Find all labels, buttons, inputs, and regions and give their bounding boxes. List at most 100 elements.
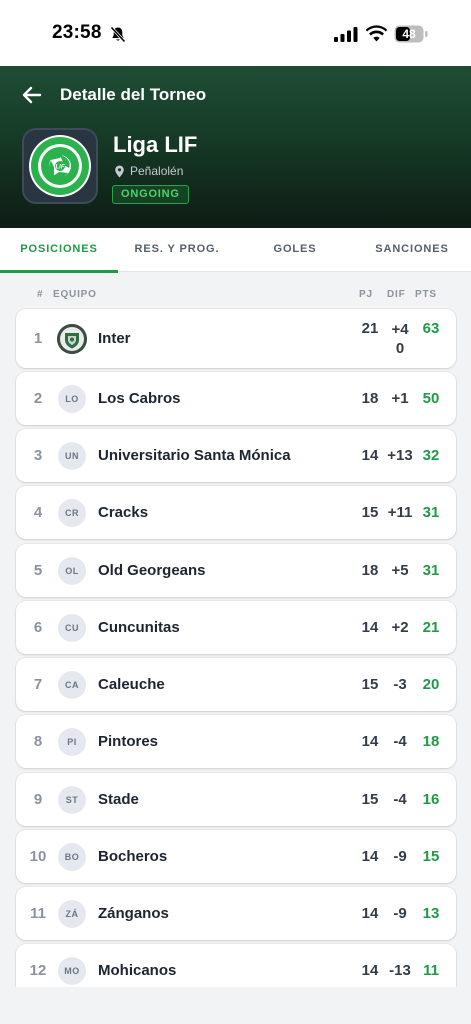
back-arrow-icon[interactable]: [20, 83, 44, 107]
team-initials-avatar: MO: [58, 956, 86, 985]
team-initials-avatar: CU: [58, 613, 86, 642]
location-pin-icon: [115, 165, 124, 177]
points: 20: [422, 676, 440, 693]
goal-difference: -4: [393, 791, 407, 808]
points: 15: [422, 848, 440, 865]
team-initials-avatar: BO: [58, 842, 86, 871]
tab-sanciones[interactable]: SANCIONES: [353, 228, 471, 272]
goal-difference: -4: [393, 733, 407, 750]
row-position: 8: [33, 733, 43, 750]
team-name: Pintores: [98, 733, 159, 750]
team-initials-avatar: UN: [58, 441, 86, 470]
table-row[interactable]: 6 CU Cuncunitas 14 +2 21: [16, 601, 456, 654]
team-initials-avatar: LO: [58, 384, 86, 413]
column-header-pts: PTS: [415, 289, 437, 300]
bell-off-icon: [110, 26, 126, 43]
goal-difference: +1: [391, 390, 409, 407]
points: 18: [422, 733, 440, 750]
points: 21: [422, 619, 440, 636]
team-initials-avatar: OL: [58, 556, 86, 585]
played-count: 18: [361, 562, 379, 579]
scroll-cutoff: [0, 987, 471, 1024]
status-bar: 23:58 48: [0, 0, 471, 66]
team-name: Caleuche: [98, 676, 165, 693]
points: 31: [422, 504, 440, 521]
team-name: Cracks: [98, 504, 149, 521]
team-initials-avatar: ZÁ: [58, 899, 86, 928]
row-position: 5: [33, 562, 43, 579]
tab-goles[interactable]: GOLES: [236, 228, 354, 272]
league-location: Peñalolén: [114, 164, 183, 178]
row-position: 10: [29, 848, 47, 865]
league-name: Liga LIF: [113, 132, 198, 157]
team-crest-icon: [57, 323, 87, 354]
signal-icon: [334, 27, 358, 42]
table-row[interactable]: 4 CR Cracks 15 +11 31: [16, 486, 456, 539]
points: 50: [422, 390, 440, 407]
tab-posiciones[interactable]: POSICIONES: [0, 228, 118, 273]
team-name: Stade: [98, 791, 139, 808]
played-count: 14: [361, 733, 379, 750]
played-count: 14: [361, 447, 379, 464]
team-name: Zánganos: [98, 905, 169, 922]
svg-text:LIF: LIF: [56, 165, 65, 171]
played-count: 15: [361, 676, 379, 693]
team-name: Inter: [98, 330, 131, 347]
team-name: Cuncunitas: [98, 619, 180, 636]
row-position: 4: [33, 504, 43, 521]
goal-difference: -9: [393, 905, 407, 922]
wifi-icon: [366, 25, 387, 42]
tab-resultados-programacion[interactable]: RES. Y PROG.: [118, 228, 236, 272]
row-position: 1: [33, 330, 43, 347]
row-position: 7: [33, 676, 43, 693]
row-position: 2: [33, 390, 43, 407]
team-name: Old Georgeans: [98, 562, 206, 579]
page-title: Detalle del Torneo: [60, 85, 207, 104]
team-initials-avatar: PI: [58, 727, 86, 756]
points: 31: [422, 562, 440, 579]
points: 32: [422, 447, 440, 464]
played-count: 15: [361, 504, 379, 521]
table-row[interactable]: 10 BO Bocheros 14 -9 15: [16, 830, 456, 883]
team-initials-avatar: CR: [58, 498, 86, 527]
goal-difference: +13: [387, 447, 413, 464]
played-count: 18: [361, 390, 379, 407]
played-count: 14: [361, 619, 379, 636]
team-crest: [57, 323, 87, 354]
points: 16: [422, 791, 440, 808]
table-row[interactable]: 1 Inter 21 +40 63: [16, 309, 456, 368]
table-row[interactable]: 11 ZÁ Zánganos 14 -9 13: [16, 887, 456, 940]
played-count: 14: [361, 905, 379, 922]
column-header-team: EQUIPO: [53, 289, 97, 300]
table-row[interactable]: 5 OL Old Georgeans 18 +5 31: [16, 544, 456, 597]
row-position: 11: [30, 905, 46, 922]
row-position: 3: [33, 447, 43, 464]
goal-difference: +2: [391, 619, 409, 636]
team-name: Los Cabros: [98, 390, 181, 407]
table-row[interactable]: 2 LO Los Cabros 18 +1 50: [16, 372, 456, 425]
team-initials-avatar: ST: [58, 785, 86, 814]
played-count: 21: [361, 320, 379, 337]
status-badge: ONGOING: [112, 185, 189, 204]
column-header-position: #: [37, 289, 44, 300]
played-count: 15: [361, 791, 379, 808]
status-time: 23:58: [52, 22, 102, 43]
battery-level: 48: [402, 27, 416, 41]
goal-difference: +5: [391, 562, 409, 579]
column-header-dif: DIF: [387, 289, 406, 300]
goal-difference: +11: [387, 504, 413, 521]
team-name: Universitario Santa Mónica: [98, 447, 291, 464]
league-logo: LIF: [22, 128, 98, 204]
played-count: 14: [361, 848, 379, 865]
league-logo-icon: LIF: [29, 135, 91, 197]
table-row[interactable]: 9 ST Stade 15 -4 16: [16, 773, 456, 826]
table-row[interactable]: 7 CA Caleuche 15 -3 20: [16, 658, 456, 711]
column-header-pj: PJ: [359, 289, 373, 300]
table-row[interactable]: 3 UN Universitario Santa Mónica 14 +13 3…: [16, 429, 456, 482]
row-position: 9: [33, 791, 43, 808]
team-initials-avatar: CA: [58, 670, 86, 699]
row-position: 6: [33, 619, 43, 636]
goal-difference: +40: [391, 321, 409, 357]
tab-bar: POSICIONES RES. Y PROG. GOLES SANCIONES: [0, 228, 471, 273]
table-row[interactable]: 8 PI Pintores 14 -4 18: [16, 715, 456, 768]
